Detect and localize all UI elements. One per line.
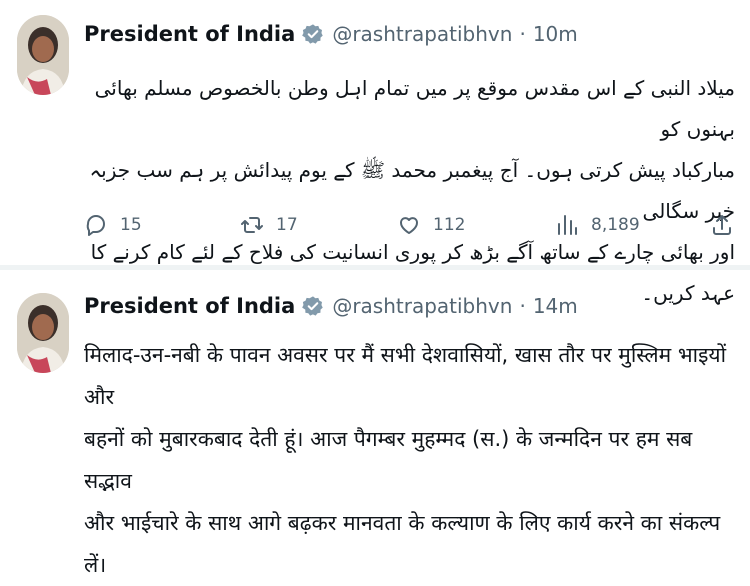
heart-icon (400, 217, 418, 234)
retweet-button[interactable]: 17 (240, 207, 298, 243)
tweet-text-line: बहनों को मुबारकबाद देती हूं। आज पैगम्बर … (84, 427, 693, 493)
timestamp[interactable]: 10m (533, 22, 578, 46)
avatar[interactable] (17, 293, 69, 373)
retweet-icon (241, 217, 263, 233)
share-icon (713, 215, 731, 235)
views-chart-icon (558, 215, 577, 235)
reply-icon (86, 215, 105, 236)
separator-dot: · (519, 22, 526, 46)
views-button[interactable]: 8,189 (555, 207, 640, 243)
tweet-actions: 15 17 112 8,189 (0, 207, 750, 243)
tweet-text-line: میلاد النبی کے اس مقدس موقع پر میں تمام … (94, 76, 735, 141)
reply-count: 15 (120, 215, 142, 235)
avatar-portrait-icon (17, 15, 69, 95)
share-button[interactable] (710, 207, 734, 243)
avatar[interactable] (17, 15, 69, 95)
reply-button[interactable]: 15 (84, 207, 142, 243)
tweet-card[interactable]: President of India @rashtrapatibhvn · 10… (0, 0, 750, 305)
author-handle[interactable]: @rashtrapatibhvn (332, 22, 512, 46)
author-name[interactable]: President of India (84, 22, 295, 46)
tweet-divider (0, 265, 750, 270)
tweet-text-line: اور بھائی چارے کے ساتھ آگے بڑھ کر پوری ا… (90, 240, 735, 305)
avatar-portrait-icon (17, 293, 69, 373)
tweet-text-line: और भाईचारे के साथ आगे बढ़कर मानवता के कल… (84, 511, 721, 577)
tweet-text: میلاد النبی کے اس مقدس موقع پر میں تمام … (80, 68, 735, 314)
like-count: 112 (433, 215, 466, 235)
verified-badge-icon (302, 23, 324, 45)
view-count: 8,189 (591, 215, 640, 235)
tweet-header: President of India @rashtrapatibhvn · 10… (84, 22, 578, 46)
tweet-text-line: मिलाद-उन-नबी के पावन अवसर पर मैं सभी देश… (84, 343, 727, 409)
tweet-text: मिलाद-उन-नबी के पावन अवसर पर मैं सभी देश… (84, 334, 734, 586)
retweet-count: 17 (276, 215, 298, 235)
like-button[interactable]: 112 (397, 207, 465, 243)
